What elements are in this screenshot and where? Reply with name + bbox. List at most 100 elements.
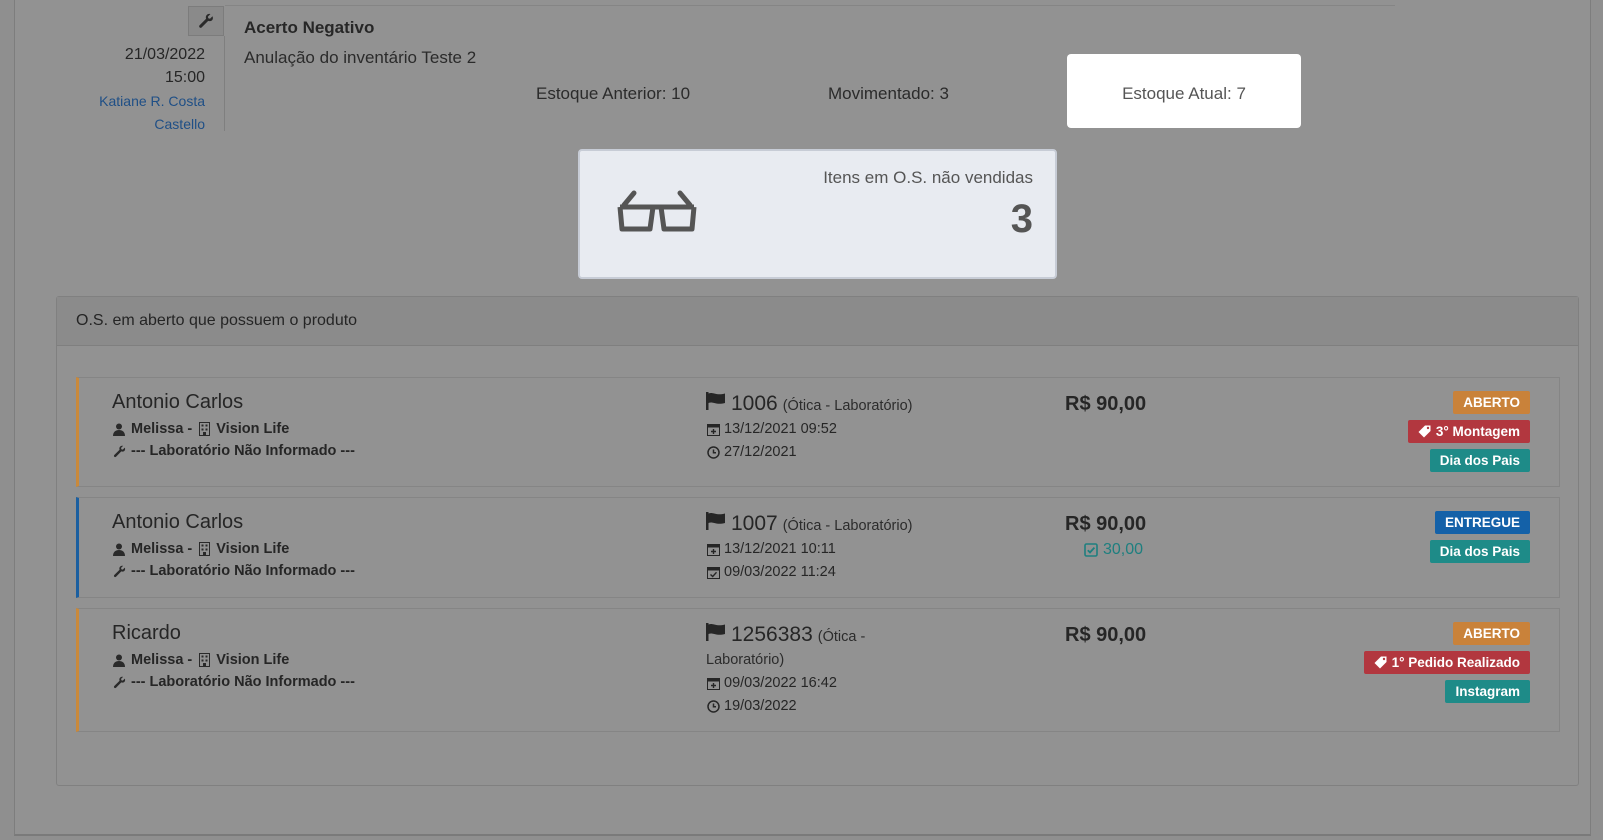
calendar-plus-icon [706, 676, 720, 690]
info-card: Itens em O.S. não vendidas 3 [578, 149, 1057, 279]
order-store: Vision Life [216, 541, 290, 557]
order-lab-line: --- Laboratório Não Informado --- [112, 563, 355, 579]
order-row[interactable]: Ricardo Melissa - Vision Life --- Labora… [76, 608, 1560, 732]
calendar-check-icon [706, 565, 720, 579]
order-price: R$ 90,00 [1065, 513, 1147, 535]
info-card-value: 3 [1010, 197, 1033, 241]
order-seller: Melissa - [131, 541, 193, 557]
wrench-icon [112, 444, 126, 458]
timeline-time: 15:00 [164, 69, 205, 86]
stock-moved: Movimentado: 3 [828, 84, 949, 103]
stock-current-label: Estoque Atual: 7 [1122, 84, 1246, 103]
wrench-icon [188, 6, 224, 36]
calendar-plus-icon [706, 542, 720, 556]
tag-badge-label: 3° Montagem [1435, 424, 1520, 439]
order-due-date: 19/03/2022 [724, 698, 797, 714]
tag-icon [1418, 425, 1432, 439]
order-number[interactable]: 1006 [731, 392, 778, 416]
panel-header: O.S. em aberto que possuem o produto [57, 297, 1578, 346]
calendar-plus-icon [706, 422, 720, 436]
user-icon [112, 422, 126, 436]
order-paid-value: 30,00 [1103, 541, 1144, 558]
wrench-icon [112, 675, 126, 689]
stock-previous: Estoque Anterior: 10 [536, 84, 691, 103]
order-store: Vision Life [216, 421, 290, 437]
order-client: Antonio Carlos [112, 391, 244, 413]
order-seller: Melissa - [131, 421, 193, 437]
timeline-date: 21/03/2022 [124, 46, 205, 63]
flag-icon [706, 512, 726, 530]
order-paid: 30,00 [1084, 541, 1143, 559]
order-number[interactable]: 1007 [731, 512, 778, 536]
order-row[interactable]: Antonio Carlos Melissa - Vision Life ---… [76, 497, 1560, 598]
campaign-badge: Dia dos Pais [1429, 540, 1530, 563]
order-type: (Ótica - [817, 629, 866, 645]
timeline-title: Acerto Negativo [244, 18, 375, 37]
order-price: R$ 90,00 [1065, 393, 1147, 415]
order-type-continued: Laboratório) [706, 652, 785, 668]
campaign-badge: Dia dos Pais [1429, 449, 1530, 472]
flag-icon [706, 623, 726, 641]
order-number[interactable]: 1256383 [731, 623, 813, 647]
order-store: Vision Life [216, 652, 290, 668]
open-orders-panel: O.S. em aberto que possuem o produto Ant… [56, 296, 1579, 786]
tag-badge: 1° Pedido Realizado [1363, 651, 1530, 674]
campaign-badge: Instagram [1445, 680, 1530, 703]
order-delivered: 09/03/2022 11:24 [706, 564, 836, 580]
order-seller: Melissa - [131, 652, 193, 668]
order-lab: --- Laboratório Não Informado --- [131, 674, 355, 690]
order-created-date: 09/03/2022 16:42 [724, 675, 837, 691]
user-icon [112, 653, 126, 667]
wrench-icon [112, 564, 126, 578]
order-lab: --- Laboratório Não Informado --- [131, 563, 355, 579]
clock-icon [706, 699, 720, 713]
order-badges: ABERTO 1° Pedido Realizado Instagram [1363, 622, 1530, 703]
order-due: 27/12/2021 [706, 444, 797, 460]
flag-icon [706, 392, 726, 410]
order-number-line: 1007 (Ótica - Laboratório) [706, 512, 912, 536]
order-created: 09/03/2022 16:42 [706, 675, 837, 691]
status-badge: ABERTO [1453, 622, 1530, 645]
order-delivered-date: 09/03/2022 11:24 [724, 564, 836, 580]
timeline-line [224, 36, 225, 131]
timeline-description: Anulação do inventário Teste 2 [244, 48, 477, 67]
order-lab-line: --- Laboratório Não Informado --- [112, 674, 355, 690]
divider [225, 5, 1395, 6]
order-lab-line: --- Laboratório Não Informado --- [112, 443, 355, 459]
status-badge: ENTREGUE [1434, 511, 1530, 534]
building-icon [197, 653, 211, 667]
tag-badge: 3° Montagem [1407, 420, 1530, 443]
order-number-line: 1256383 (Ótica - [706, 623, 865, 647]
order-created: 13/12/2021 09:52 [706, 421, 837, 437]
timeline-user-line1[interactable]: Katiane R. Costa [75, 90, 205, 113]
order-row[interactable]: Antonio Carlos Melissa - Vision Life ---… [76, 377, 1560, 487]
order-badges: ABERTO 3° Montagem Dia dos Pais [1407, 391, 1530, 472]
info-card-label: Itens em O.S. não vendidas [823, 168, 1033, 187]
glasses-icon [616, 189, 698, 240]
order-seller-store: Melissa - Vision Life [112, 541, 289, 557]
order-badges: ENTREGUE Dia dos Pais [1429, 511, 1530, 563]
user-icon [112, 542, 126, 556]
order-price: R$ 90,00 [1065, 624, 1147, 646]
clock-icon [706, 445, 720, 459]
building-icon [197, 542, 211, 556]
building-icon [197, 422, 211, 436]
order-created: 13/12/2021 10:11 [706, 541, 836, 557]
order-seller-store: Melissa - Vision Life [112, 652, 289, 668]
check-square-icon [1084, 543, 1098, 557]
timeline-datetime: 21/03/2022 15:00 [75, 43, 205, 89]
status-badge: ABERTO [1453, 391, 1530, 414]
tag-badge-label: 1° Pedido Realizado [1391, 655, 1520, 670]
order-type: (Ótica - Laboratório) [782, 398, 913, 414]
order-number-line: 1006 (Ótica - Laboratório) [706, 392, 912, 416]
tag-icon [1374, 656, 1388, 670]
order-created-date: 13/12/2021 09:52 [724, 421, 837, 437]
order-type: (Ótica - Laboratório) [782, 518, 913, 534]
order-due-date: 27/12/2021 [724, 444, 797, 460]
page-container: 21/03/2022 15:00 Katiane R. Costa Castel… [14, 0, 1591, 836]
timeline-user-line2[interactable]: Castello [75, 113, 205, 136]
panel-title: O.S. em aberto que possuem o produto [76, 312, 358, 329]
order-lab: --- Laboratório Não Informado --- [131, 443, 355, 459]
stock-current: Estoque Atual: 7 [1067, 54, 1301, 128]
timeline-user-link[interactable]: Katiane R. Costa Castello [75, 90, 205, 136]
